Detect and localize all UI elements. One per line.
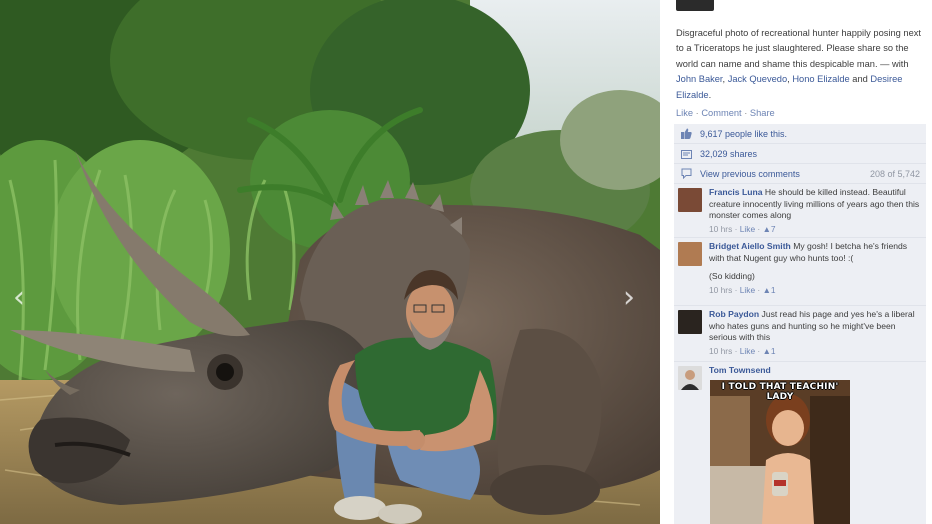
post-caption: Disgraceful photo of recreational hunter… <box>676 26 926 103</box>
shares-row[interactable]: 32,029 shares <box>674 144 926 164</box>
author-avatar[interactable] <box>676 0 714 11</box>
meme-image[interactable]: I TOLD THAT TEACHIN' LADY <box>710 380 850 524</box>
commenter-avatar[interactable] <box>678 188 702 212</box>
comment-time[interactable]: 10 hrs <box>709 224 732 234</box>
comment-body: Rob Paydon Just read his page and yes he… <box>709 309 921 357</box>
small-thumbs-up-icon: ▲ <box>762 345 771 356</box>
comment-item: Francis Luna He should be killed instead… <box>674 184 926 238</box>
meme-caption: I TOLD THAT TEACHIN' LADY <box>721 382 839 402</box>
commenter-name[interactable]: Francis Luna <box>709 187 762 197</box>
photo-viewer: ‹ › <box>0 0 660 524</box>
share-link[interactable]: Share <box>750 108 775 118</box>
commenter-avatar[interactable] <box>678 366 702 390</box>
shares-count[interactable]: 32,029 shares <box>700 149 757 159</box>
comment-like-link[interactable]: Like <box>740 346 755 356</box>
comment-meta: 10 hrs · Like · ▲7 <box>709 223 776 234</box>
action-separator: · <box>741 108 750 118</box>
comment-meta: 10 hrs · Like · ▲1 <box>709 284 776 295</box>
comment-body: Francis Luna He should be killed instead… <box>709 187 921 235</box>
thumbs-up-icon <box>680 128 692 140</box>
comment-pager-count: 208 of 5,742 <box>869 168 920 179</box>
feedback-box: 9,617 people like this. 32,029 shares Vi… <box>674 124 926 184</box>
comment-like-link[interactable]: Like <box>740 224 755 234</box>
commenter-name[interactable]: Rob Paydon <box>709 309 759 319</box>
likes-count[interactable]: 9,617 people like this. <box>700 129 787 139</box>
caption-end: . <box>708 89 712 100</box>
view-previous-comments-link[interactable]: View previous comments <box>700 169 800 179</box>
comment-time[interactable]: 10 hrs <box>709 346 732 356</box>
comment-like-count[interactable]: 1 <box>771 346 776 356</box>
small-thumbs-up-icon: ▲ <box>762 284 771 295</box>
previous-photo-arrow[interactable]: ‹ <box>8 278 30 318</box>
comment-like-count[interactable]: 1 <box>771 285 776 295</box>
view-previous-row[interactable]: View previous comments 208 of 5,742 <box>674 164 926 184</box>
comment-item: Bridget Aiello Smith My gosh! I betcha h… <box>674 238 926 306</box>
tag-john-baker[interactable]: John Baker <box>676 74 723 84</box>
comment-like-count[interactable]: 7 <box>771 224 776 234</box>
comment-text-extra: (So kidding) <box>709 271 755 282</box>
post-actions: Like · Comment · Share <box>676 108 775 118</box>
triceratops-photo <box>0 0 660 524</box>
comment-item: Rob Paydon Just read his page and yes he… <box>674 306 926 362</box>
likes-row[interactable]: 9,617 people like this. <box>674 124 926 144</box>
share-icon <box>680 148 692 160</box>
commenter-avatar[interactable] <box>678 242 702 266</box>
small-thumbs-up-icon: ▲ <box>762 223 771 234</box>
comment-bubble-icon <box>680 168 692 180</box>
comment-link[interactable]: Comment <box>701 108 741 118</box>
next-photo-arrow[interactable]: › <box>618 278 640 318</box>
caption-separator: and <box>849 74 871 85</box>
like-link[interactable]: Like <box>676 108 693 118</box>
tag-jack-quevedo[interactable]: Jack Quevedo <box>728 74 787 84</box>
comment-meta: 10 hrs · Like · ▲1 <box>709 345 776 356</box>
caption-with-prefix: — with <box>877 58 909 69</box>
commenter-name[interactable]: Bridget Aiello Smith <box>709 241 791 251</box>
commenter-name[interactable]: Tom Townsend <box>709 365 771 375</box>
comment-like-link[interactable]: Like <box>740 285 755 295</box>
commenter-avatar[interactable] <box>678 310 702 334</box>
comment-body: Tom Townsend <box>709 365 921 377</box>
tag-hono-elizalde[interactable]: Hono Elizalde <box>792 74 849 84</box>
comment-time[interactable]: 10 hrs <box>709 285 732 295</box>
comment-body: Bridget Aiello Smith My gosh! I betcha h… <box>709 241 921 296</box>
